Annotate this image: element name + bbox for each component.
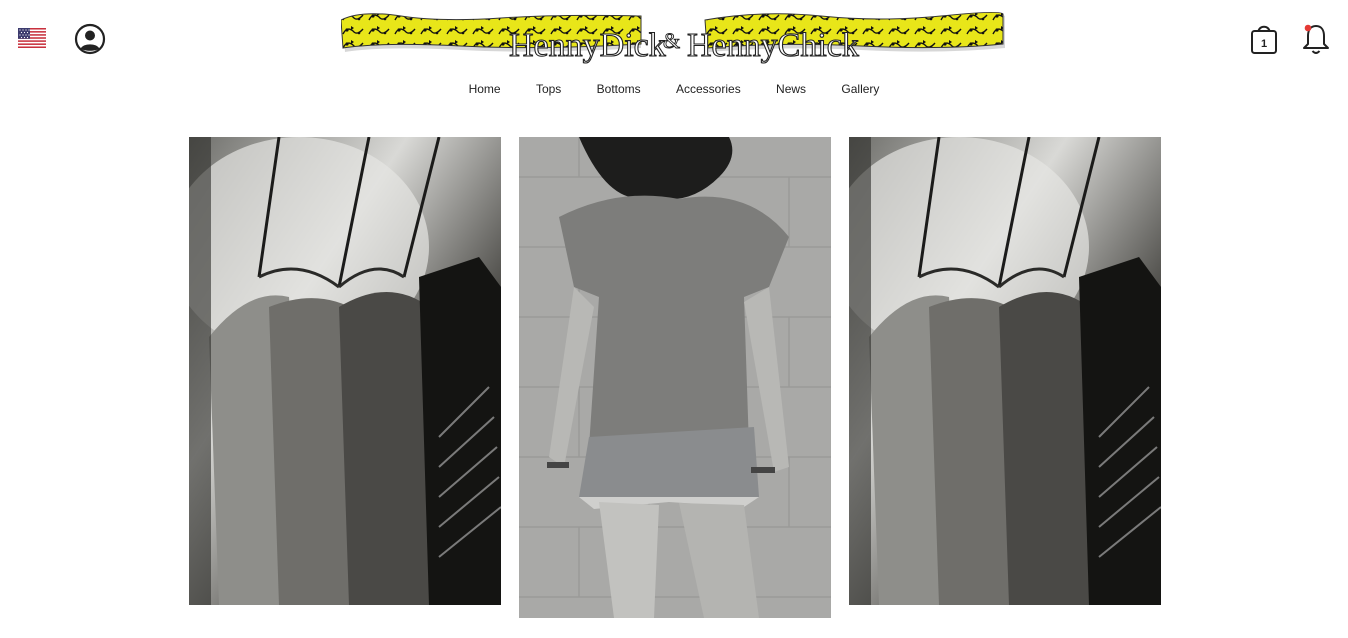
nav-accessories[interactable]: Accessories (676, 82, 741, 96)
nav-tops[interactable]: Tops (536, 82, 561, 96)
nav-news[interactable]: News (776, 82, 806, 96)
gallery-photo-woman-outfit[interactable] (519, 137, 831, 618)
logo-text-right: HennyChick (687, 27, 859, 64)
site-logo[interactable]: HennyDick & HennyChick (340, 10, 1007, 70)
cart-count-badge: 1 (1261, 38, 1267, 50)
logo-ampersand: & (663, 28, 680, 53)
notification-dot (1304, 24, 1312, 32)
us-flag-icon[interactable] (18, 28, 46, 48)
nav-gallery[interactable]: Gallery (841, 82, 879, 96)
logo-text-left: HennyDick (509, 27, 666, 64)
site-header: HennyDick & HennyChick 1 Home Tops Botto… (0, 0, 1348, 110)
nav-bottoms[interactable]: Bottoms (597, 82, 641, 96)
photo-gallery (0, 137, 1348, 638)
user-circle-icon[interactable] (74, 23, 106, 55)
gallery-photo-hanging-shirts-2[interactable] (849, 137, 1161, 605)
bell-icon[interactable] (1301, 22, 1331, 56)
shopping-bag-icon[interactable]: 1 (1249, 22, 1279, 56)
gallery-photo-hanging-shirts-1[interactable] (189, 137, 501, 605)
nav-home[interactable]: Home (469, 82, 501, 96)
main-nav: Home Tops Bottoms Accessories News Galle… (0, 82, 1348, 96)
